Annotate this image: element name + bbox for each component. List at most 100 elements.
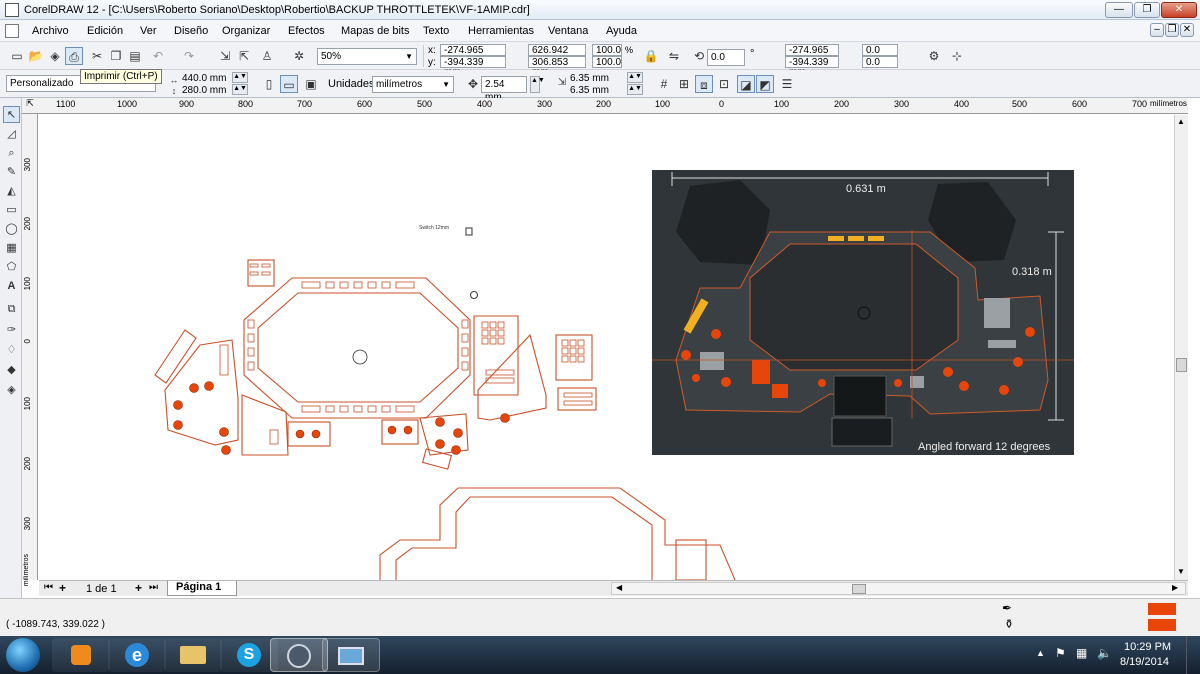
- drawing-svg[interactable]: Switch 12mm 0.631 m 0.318 m Angled forwa…: [39, 115, 1188, 580]
- action-center-icon[interactable]: ⚑: [1055, 646, 1066, 660]
- zoom-select[interactable]: 50% ▼: [317, 48, 417, 65]
- close-button[interactable]: ✕: [1161, 2, 1197, 18]
- doc-restore-button[interactable]: ❐: [1165, 23, 1179, 37]
- position-y-field[interactable]: -394.339 mm: [785, 56, 839, 78]
- options-icon[interactable]: ☰: [778, 75, 796, 93]
- menu-diseno[interactable]: Diseño: [174, 25, 208, 37]
- left-strip-panel[interactable]: [154, 329, 197, 384]
- new-icon[interactable]: ▭: [8, 47, 26, 65]
- freehand-tool-icon[interactable]: ✎: [3, 164, 20, 181]
- smart-fill-tool-icon[interactable]: ◭: [3, 183, 20, 200]
- page-width-value[interactable]: 440.0 mm: [182, 73, 226, 84]
- ellipse-tool-icon[interactable]: ◯: [3, 221, 20, 238]
- panel-outlines[interactable]: [154, 227, 736, 580]
- page-tab[interactable]: Página 1: [167, 581, 237, 596]
- interactive-fill-tool-icon[interactable]: ◈: [3, 382, 20, 399]
- all-pages-icon[interactable]: ▣: [302, 75, 320, 93]
- scale-height-field[interactable]: 100.0: [592, 56, 622, 68]
- print-icon[interactable]: ⎙: [65, 47, 83, 65]
- eyedropper-tool-icon[interactable]: ✑: [3, 322, 20, 339]
- height-field[interactable]: 306.853 mm: [528, 56, 586, 78]
- duplicate-x-value[interactable]: 6.35 mm: [570, 73, 609, 84]
- menu-efectos[interactable]: Efectos: [288, 25, 325, 37]
- start-button[interactable]: [6, 638, 40, 672]
- menu-edicion[interactable]: Edición: [87, 25, 123, 37]
- right-small-plate[interactable]: [557, 387, 597, 411]
- scroll-thumb[interactable]: [1176, 358, 1187, 372]
- volume-icon[interactable]: 🔈: [1097, 646, 1112, 660]
- clock-date[interactable]: 8/19/2014: [1120, 656, 1169, 668]
- menu-texto[interactable]: Texto: [423, 25, 449, 37]
- taskbar-internet-explorer-icon[interactable]: e: [108, 638, 166, 672]
- glare-shield-inner[interactable]: [395, 496, 653, 580]
- menu-herramientas[interactable]: Herramientas: [468, 25, 534, 37]
- drawing-canvas[interactable]: Switch 12mm 0.631 m 0.318 m Angled forwa…: [39, 115, 1188, 580]
- tiny-bracket[interactable]: [421, 448, 453, 470]
- main-screen-outline[interactable]: [257, 292, 459, 403]
- network-icon[interactable]: ▦: [1076, 646, 1087, 660]
- cut-icon[interactable]: ✂: [88, 47, 106, 65]
- export-icon[interactable]: ⇱: [235, 47, 253, 65]
- glare-shield-slot[interactable]: [675, 539, 707, 580]
- scale-width-field[interactable]: 100.0: [592, 44, 622, 56]
- center-hole[interactable]: [352, 349, 368, 365]
- corel-online-icon[interactable]: ✲: [290, 47, 308, 65]
- zoom-tool-icon[interactable]: ⌕: [3, 145, 20, 162]
- page-height-value[interactable]: 280.0 mm: [182, 85, 226, 96]
- units-select[interactable]: milímetros ▼: [372, 76, 454, 93]
- bezel-buttons[interactable]: [219, 263, 593, 445]
- nudge-field[interactable]: 2.54 mm: [481, 76, 527, 103]
- cockpit-render-image[interactable]: 0.631 m 0.318 m Angled forward 12 degree…: [652, 170, 1074, 455]
- convert-icon[interactable]: ⚙: [925, 47, 943, 65]
- text-tool-icon[interactable]: A: [3, 278, 20, 295]
- open-icon[interactable]: 📂: [27, 47, 45, 65]
- add-page-after-icon[interactable]: +: [135, 581, 142, 595]
- skew-h-field[interactable]: 0.0: [862, 44, 898, 56]
- menu-ayuda[interactable]: Ayuda: [606, 25, 637, 37]
- minimize-button[interactable]: —: [1105, 2, 1133, 18]
- restore-button[interactable]: ❐: [1134, 2, 1160, 18]
- taskbar-image-viewer-icon[interactable]: [322, 638, 380, 672]
- left-button-plate[interactable]: [287, 421, 331, 447]
- snap-objects-icon[interactable]: ⧈: [695, 75, 713, 93]
- scroll-up-icon[interactable]: ▲: [1177, 117, 1185, 126]
- draw-selection-icon[interactable]: ◩: [756, 75, 774, 93]
- vertical-ruler[interactable]: 300 200 100 0 100 200 300 milímetros: [22, 114, 38, 586]
- graph-paper-tool-icon[interactable]: ▦: [3, 240, 20, 257]
- doc-close-button[interactable]: ✕: [1180, 23, 1194, 37]
- h-scroll-thumb[interactable]: [852, 584, 866, 594]
- launcher-icon[interactable]: ♙: [258, 47, 276, 65]
- width-field[interactable]: 626.942 mm: [528, 44, 586, 66]
- add-page-before-icon[interactable]: +: [59, 581, 66, 595]
- basic-shapes-tool-icon[interactable]: ⬠: [3, 259, 20, 276]
- lower-right-plate[interactable]: [381, 419, 419, 445]
- nudge-spinner[interactable]: ▲▼: [530, 76, 545, 93]
- dynamic-guides-icon[interactable]: ⊡: [715, 75, 733, 93]
- portrait-icon[interactable]: ▯: [260, 75, 278, 93]
- duplicate-x-spinner[interactable]: ▲▼: [627, 72, 643, 83]
- page-height-spinner[interactable]: ▲▼: [232, 84, 248, 95]
- doc-minimize-button[interactable]: –: [1150, 23, 1164, 37]
- right-keypad-plate[interactable]: [555, 334, 593, 381]
- paste-icon[interactable]: ▤: [126, 47, 144, 65]
- taskbar-media-player-icon[interactable]: [52, 638, 110, 672]
- interactive-blend-tool-icon[interactable]: ⧉: [3, 301, 20, 318]
- menu-organizar[interactable]: Organizar: [222, 25, 270, 37]
- save-icon[interactable]: ◈: [46, 47, 64, 65]
- landscape-icon[interactable]: ▭: [280, 75, 298, 93]
- horizontal-scrollbar[interactable]: ◀ ▶: [611, 582, 1186, 595]
- snap-guides-icon[interactable]: ⊞: [675, 75, 693, 93]
- import-icon[interactable]: ⇲: [216, 47, 234, 65]
- last-page-icon[interactable]: ⏭: [149, 582, 158, 593]
- show-hidden-icons-icon[interactable]: ▲: [1036, 648, 1045, 658]
- duplicate-y-spinner[interactable]: ▲▼: [627, 84, 643, 95]
- scroll-down-icon[interactable]: ▼: [1177, 567, 1185, 576]
- outline-tool-icon[interactable]: ♢: [3, 342, 20, 359]
- outline-color-swatch[interactable]: [1148, 619, 1176, 631]
- small-hole[interactable]: [469, 290, 479, 300]
- clock-time[interactable]: 10:29 PM: [1124, 641, 1171, 653]
- ruler-corner-icon[interactable]: ⇱: [22, 98, 38, 114]
- main-bezel-outline[interactable]: [243, 277, 471, 419]
- y-position-field[interactable]: -394.339 mm: [440, 56, 506, 78]
- rotation-field[interactable]: 0.0: [707, 49, 745, 66]
